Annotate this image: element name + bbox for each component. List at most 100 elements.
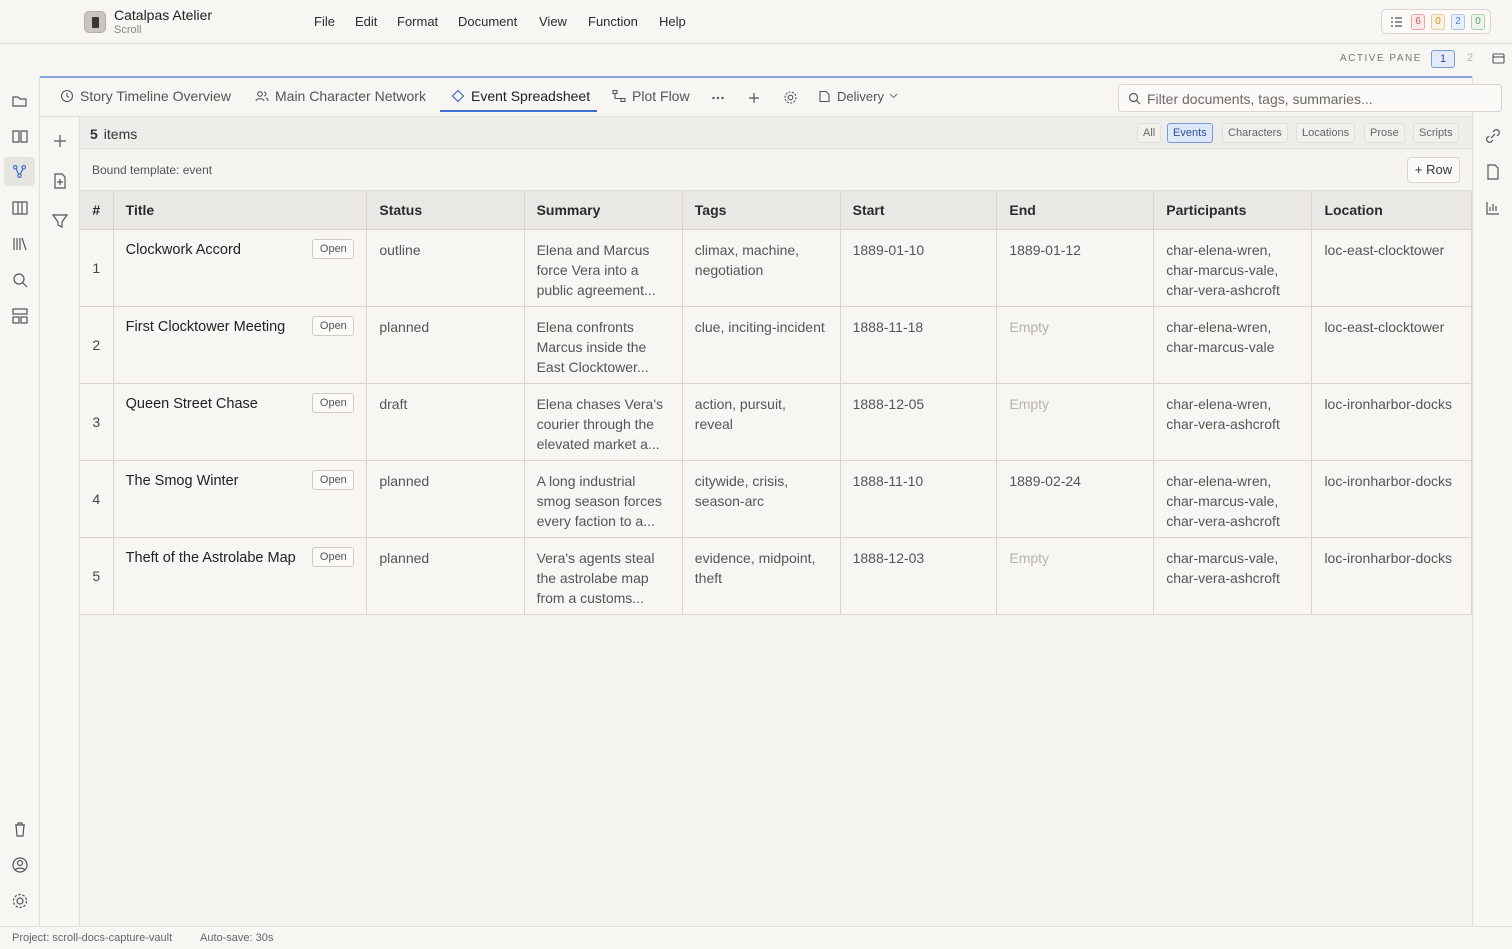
settings-gear-icon[interactable] [10,891,30,911]
tags-cell[interactable]: evidence, midpoint, theft [682,537,841,615]
title-cell[interactable]: The Smog Winter Open [113,460,368,538]
location-cell[interactable]: loc-east-clocktower [1311,306,1472,384]
book-open-icon[interactable] [10,126,30,146]
library-icon[interactable] [10,234,30,254]
start-cell[interactable]: 1888-12-05 [840,383,998,461]
status-cell[interactable]: planned [366,460,525,538]
trash-icon[interactable] [10,819,30,839]
pane-2-button[interactable]: 2 [1462,52,1478,64]
start-cell[interactable]: 1888-12-03 [840,537,998,615]
summary-cell[interactable]: Elena and Marcus force Vera into a publi… [524,229,683,307]
location-cell[interactable]: loc-ironharbor-docks [1311,460,1472,538]
user-circle-icon[interactable] [10,855,30,875]
filter-search-box[interactable] [1118,84,1502,112]
tags-cell[interactable]: citywide, crisis, season-arc [682,460,841,538]
filter-locations[interactable]: Locations [1296,123,1356,143]
delivery-dropdown[interactable]: Delivery [818,88,908,108]
title-cell[interactable]: Queen Street Chase Open [113,383,368,461]
location-cell[interactable]: loc-ironharbor-docks [1311,537,1472,615]
table-row[interactable]: 4 The Smog Winter Open planned A long ind… [80,460,1472,538]
table-row[interactable]: 3 Queen Street Chase Open draft Elena cha… [80,383,1472,461]
filter-icon[interactable] [50,211,70,231]
participants-cell[interactable]: char-elena-wren, char-marcus-vale [1153,306,1313,384]
app-logo-icon [84,11,106,33]
filter-all[interactable]: All [1137,123,1162,143]
menu-function[interactable]: Function [588,14,638,29]
link-icon[interactable] [1483,126,1503,146]
folder-open-icon[interactable] [10,91,30,111]
filter-prose[interactable]: Prose [1364,123,1405,143]
layout-icon[interactable] [10,306,30,326]
end-cell[interactable]: Empty [996,306,1155,384]
location-cell[interactable]: loc-east-clocktower [1311,229,1472,307]
search-icon[interactable] [10,270,30,290]
summary-cell[interactable]: A long industrial smog season forces eve… [524,460,683,538]
column-header-end[interactable]: End [996,191,1155,230]
graph-nav-active[interactable] [4,157,35,186]
title-cell[interactable]: Theft of the Astrolabe Map Open [113,537,368,615]
participants-cell[interactable]: char-marcus-vale, char-vera-ashcroft [1153,537,1313,615]
menu-format[interactable]: Format [397,14,438,29]
open-button[interactable]: Open [312,315,355,336]
new-document-icon[interactable] [50,171,70,191]
summary-cell[interactable]: Elena confronts Marcus inside the East C… [524,306,683,384]
table-row[interactable]: 1 Clockwork Accord Open outline Elena and… [80,229,1472,307]
status-badges[interactable]: 6 0 2 0 [1381,9,1491,34]
tags-cell[interactable]: clue, inciting-incident [682,306,841,384]
open-button[interactable]: Open [312,546,355,567]
menu-view[interactable]: View [539,14,567,29]
plus-icon[interactable] [50,131,70,151]
document-icon[interactable] [1483,162,1503,182]
summary-cell[interactable]: Elena chases Vera's courier through the … [524,383,683,461]
column-header-title[interactable]: Title [113,191,368,230]
columns-icon[interactable] [10,198,30,218]
menu-document[interactable]: Document [458,14,517,29]
start-cell[interactable]: 1889-01-10 [840,229,998,307]
column-header-status[interactable]: Status [366,191,525,230]
open-button[interactable]: Open [312,392,355,413]
column-header-tags[interactable]: Tags [682,191,841,230]
tab-settings-gear-icon[interactable] [783,90,798,105]
status-cell[interactable]: planned [366,306,525,384]
summary-cell[interactable]: Vera's agents steal the astrolabe map fr… [524,537,683,615]
title-cell[interactable]: Clockwork Accord Open [113,229,368,307]
location-cell[interactable]: loc-ironharbor-docks [1311,383,1472,461]
menu-file[interactable]: File [314,14,335,29]
end-cell[interactable]: 1889-02-24 [996,460,1155,538]
column-header-start[interactable]: Start [840,191,998,230]
open-button[interactable]: Open [312,469,355,490]
start-cell[interactable]: 1888-11-10 [840,460,998,538]
add-row-button[interactable]: + Row [1407,157,1460,183]
tags-cell[interactable]: climax, machine, negotiation [682,229,841,307]
status-cell[interactable]: outline [366,229,525,307]
title-cell[interactable]: First Clocktower Meeting Open [113,306,368,384]
filter-characters[interactable]: Characters [1222,123,1288,143]
menu-help[interactable]: Help [659,14,686,29]
filter-events[interactable]: Events [1167,123,1213,143]
menu-edit[interactable]: Edit [355,14,377,29]
tags-cell[interactable]: action, pursuit, reveal [682,383,841,461]
split-pane-icon[interactable] [1492,52,1505,65]
open-button[interactable]: Open [312,238,355,259]
table-row[interactable]: 5 Theft of the Astrolabe Map Open planned… [80,537,1472,615]
start-cell[interactable]: 1888-11-18 [840,306,998,384]
new-tab-plus-icon[interactable] [747,91,761,105]
column-header-participants[interactable]: Participants [1153,191,1313,230]
participants-cell[interactable]: char-elena-wren, char-vera-ashcroft [1153,383,1313,461]
status-cell[interactable]: draft [366,383,525,461]
status-cell[interactable]: planned [366,537,525,615]
column-header-number[interactable]: # [80,191,114,230]
end-cell[interactable]: 1889-01-12 [996,229,1155,307]
column-header-location[interactable]: Location [1311,191,1472,230]
pane-1-button[interactable]: 1 [1431,50,1455,68]
column-header-summary[interactable]: Summary [524,191,683,230]
end-cell[interactable]: Empty [996,537,1155,615]
table-row[interactable]: 2 First Clocktower Meeting Open planned E… [80,306,1472,384]
more-tabs-icon[interactable] [711,91,725,105]
filter-scripts[interactable]: Scripts [1413,123,1459,143]
chart-bars-icon[interactable] [1483,198,1503,218]
filter-search-input[interactable] [1147,89,1487,108]
participants-cell[interactable]: char-elena-wren, char-marcus-vale, char-… [1153,460,1313,538]
end-cell[interactable]: Empty [996,383,1155,461]
participants-cell[interactable]: char-elena-wren, char-marcus-vale, char-… [1153,229,1313,307]
